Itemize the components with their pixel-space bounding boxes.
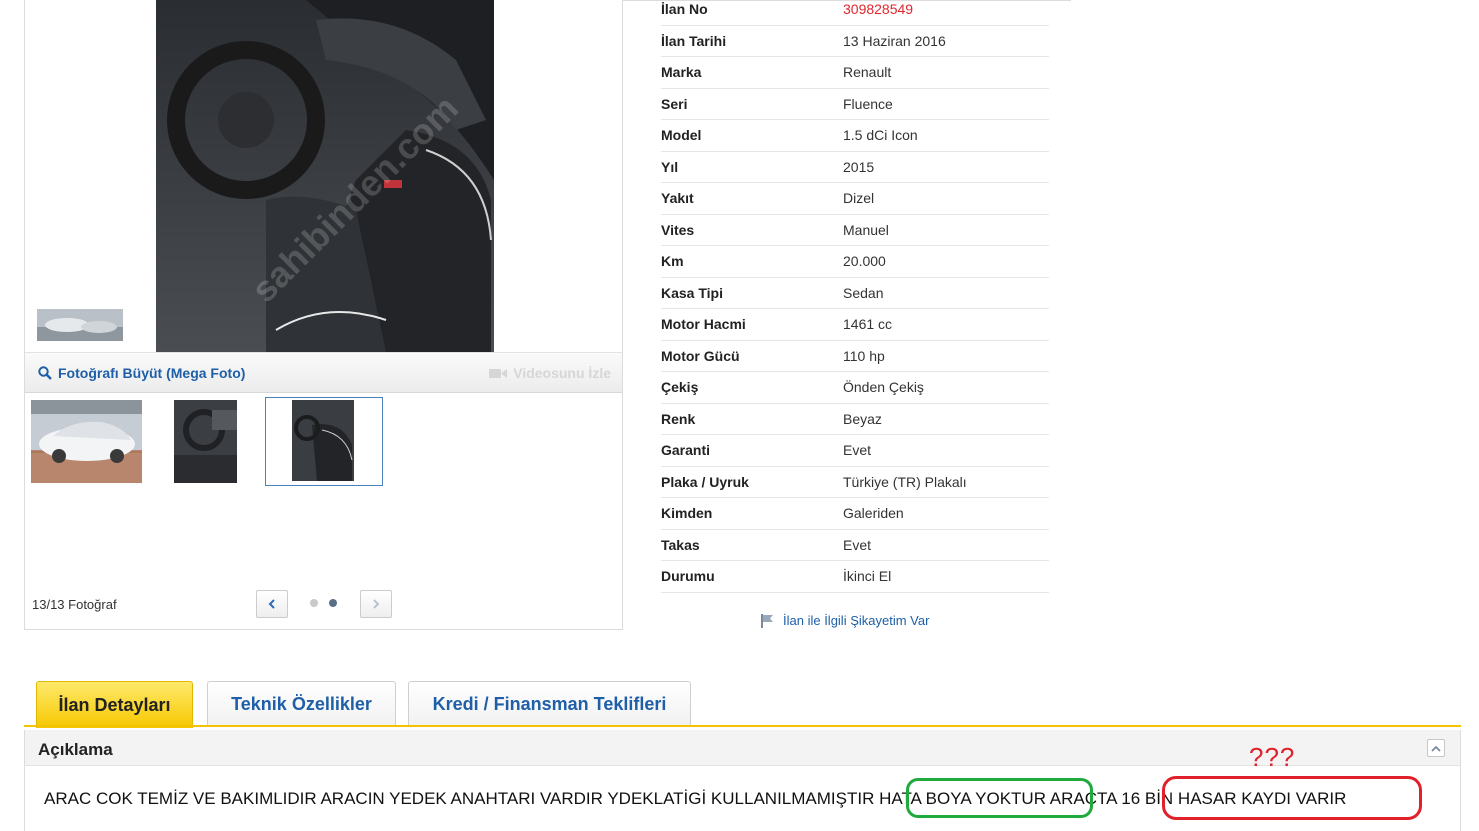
detail-key: Motor Hacmi xyxy=(661,316,746,333)
detail-row: Kasa Tipi Sedan xyxy=(661,278,1049,309)
detail-key: İlan No xyxy=(661,1,708,18)
detail-value: İkinci El xyxy=(843,568,892,585)
detail-key: Model xyxy=(661,127,702,144)
detail-row: Çekiş Önden Çekiş xyxy=(661,372,1049,404)
thumbnail-interior-selected[interactable] xyxy=(265,397,383,486)
detail-value: Galeriden xyxy=(843,505,904,522)
detail-key: Yakıt xyxy=(661,190,694,207)
previous-photos-button[interactable] xyxy=(256,590,288,618)
video-label: Videosunu İzle xyxy=(513,365,611,381)
listing-details: İlan No 309828549 İlan Tarihi 13 Haziran 2… xyxy=(661,0,1049,593)
photo-counter: 13/13 Fotoğraf xyxy=(32,597,117,612)
detail-key: Yıl xyxy=(661,158,679,175)
magnifier-icon xyxy=(38,366,52,380)
detail-row: Garanti Evet xyxy=(661,435,1049,467)
mega-photo-label: Fotoğrafı Büyüt (Mega Foto) xyxy=(58,365,246,381)
thumbnail-dashboard[interactable] xyxy=(174,400,237,483)
thumbnail-exterior[interactable] xyxy=(31,400,142,483)
detail-value: Beyaz xyxy=(843,410,882,427)
tab-credit-financing[interactable]: Kredi / Finansman Teklifleri xyxy=(408,681,691,727)
detail-key: Plaka / Uyruk xyxy=(661,473,749,490)
detail-row: Motor Gücü 110 hp xyxy=(661,341,1049,372)
detail-key: Vites xyxy=(661,221,695,238)
detail-row: Seri Fluence xyxy=(661,89,1049,120)
chevron-up-icon xyxy=(1431,745,1441,752)
detail-row: Renk Beyaz xyxy=(661,404,1049,435)
side-thumbnail[interactable] xyxy=(37,309,123,341)
detail-row: Motor Hacmi 1461 cc xyxy=(661,309,1049,341)
description-header: Açıklama xyxy=(24,730,1461,766)
detail-value: 2015 xyxy=(843,158,875,175)
detail-key: Km xyxy=(661,253,684,270)
detail-value: 309828549 xyxy=(843,1,914,18)
detail-key: Renk xyxy=(661,410,696,427)
detail-key: Garanti xyxy=(661,442,711,459)
tab-listing-details[interactable]: İlan Detayları xyxy=(36,681,193,728)
detail-key: Kasa Tipi xyxy=(661,284,723,301)
annotation-red-circle xyxy=(1162,776,1422,820)
detail-row: Km 20.000 xyxy=(661,246,1049,278)
detail-value: Türkiye (TR) Plakalı xyxy=(843,473,967,490)
page-dot[interactable] xyxy=(310,599,318,607)
detail-value: Önden Çekiş xyxy=(843,379,924,396)
detail-row: İlan No 309828549 xyxy=(661,0,1049,26)
detail-row: Yakıt Dizel xyxy=(661,183,1049,215)
detail-row: İlan Tarihi 13 Haziran 2016 xyxy=(661,26,1049,57)
main-photo[interactable]: sahibinden.com xyxy=(156,0,494,352)
detail-row: Plaka / Uyruk Türkiye (TR) Plakalı xyxy=(661,467,1049,498)
detail-value: Manuel xyxy=(843,221,889,238)
chevron-left-icon xyxy=(268,599,275,609)
tab-technical-specs[interactable]: Teknik Özellikler xyxy=(207,681,396,727)
next-photos-button[interactable] xyxy=(360,590,392,618)
tab-underline xyxy=(24,725,1461,727)
detail-key: Çekiş xyxy=(661,379,699,396)
annotation-green-circle xyxy=(906,778,1093,818)
chevron-right-icon xyxy=(373,599,380,609)
detail-key: Marka xyxy=(661,64,702,81)
detail-row: Vites Manuel xyxy=(661,215,1049,246)
detail-value: 110 hp xyxy=(843,347,885,364)
collapse-button[interactable] xyxy=(1427,739,1445,757)
detail-row: Durumu İkinci El xyxy=(661,561,1049,593)
detail-value: Dizel xyxy=(843,190,875,207)
detail-value: Renault xyxy=(843,64,892,81)
detail-row: Yıl 2015 xyxy=(661,152,1049,183)
detail-row: Kimden Galeriden xyxy=(661,498,1049,530)
mega-photo-button[interactable]: Fotoğrafı Büyüt (Mega Foto) xyxy=(38,365,245,381)
video-button[interactable]: Videosunu İzle xyxy=(489,365,611,381)
detail-key: Motor Gücü xyxy=(661,347,740,364)
photo-gallery: sahibinden.com Fotoğrafı Büyüt (Mega Fot… xyxy=(24,0,623,630)
annotation-question-marks: ??? xyxy=(1249,742,1296,772)
report-listing-label: İlan ile İlgili Şikayetim Var xyxy=(783,613,930,628)
detail-value: Sedan xyxy=(843,284,884,301)
detail-value: 13 Haziran 2016 xyxy=(843,32,946,49)
detail-key: Takas xyxy=(661,536,700,553)
detail-key: Kimden xyxy=(661,505,713,522)
detail-row: Takas Evet xyxy=(661,530,1049,561)
detail-value: Evet xyxy=(843,536,872,553)
detail-value: 1.5 dCi Icon xyxy=(843,127,918,144)
detail-key: Durumu xyxy=(661,568,715,585)
flag-icon xyxy=(761,614,773,628)
detail-value: Evet xyxy=(843,442,872,459)
detail-key: Seri xyxy=(661,95,688,112)
detail-row: Model 1.5 dCi Icon xyxy=(661,120,1049,152)
report-listing-link[interactable]: İlan ile İlgili Şikayetim Var xyxy=(760,613,929,628)
detail-value: 20.000 xyxy=(843,253,886,270)
detail-value: 1461 cc xyxy=(843,316,893,333)
video-camera-icon xyxy=(489,368,508,378)
photo-toolbar: Fotoğrafı Büyüt (Mega Foto) Videosunu İz… xyxy=(25,352,622,393)
description-title: Açıklama xyxy=(38,740,113,759)
detail-key: İlan Tarihi xyxy=(661,32,727,49)
detail-row: Marka Renault xyxy=(661,57,1049,89)
description-text: ARAC COK TEMİZ VE BAKIMLIDIR ARACIN YEDE… xyxy=(44,789,1347,808)
page-dot-active[interactable] xyxy=(329,599,337,607)
detail-value: Fluence xyxy=(843,95,893,112)
